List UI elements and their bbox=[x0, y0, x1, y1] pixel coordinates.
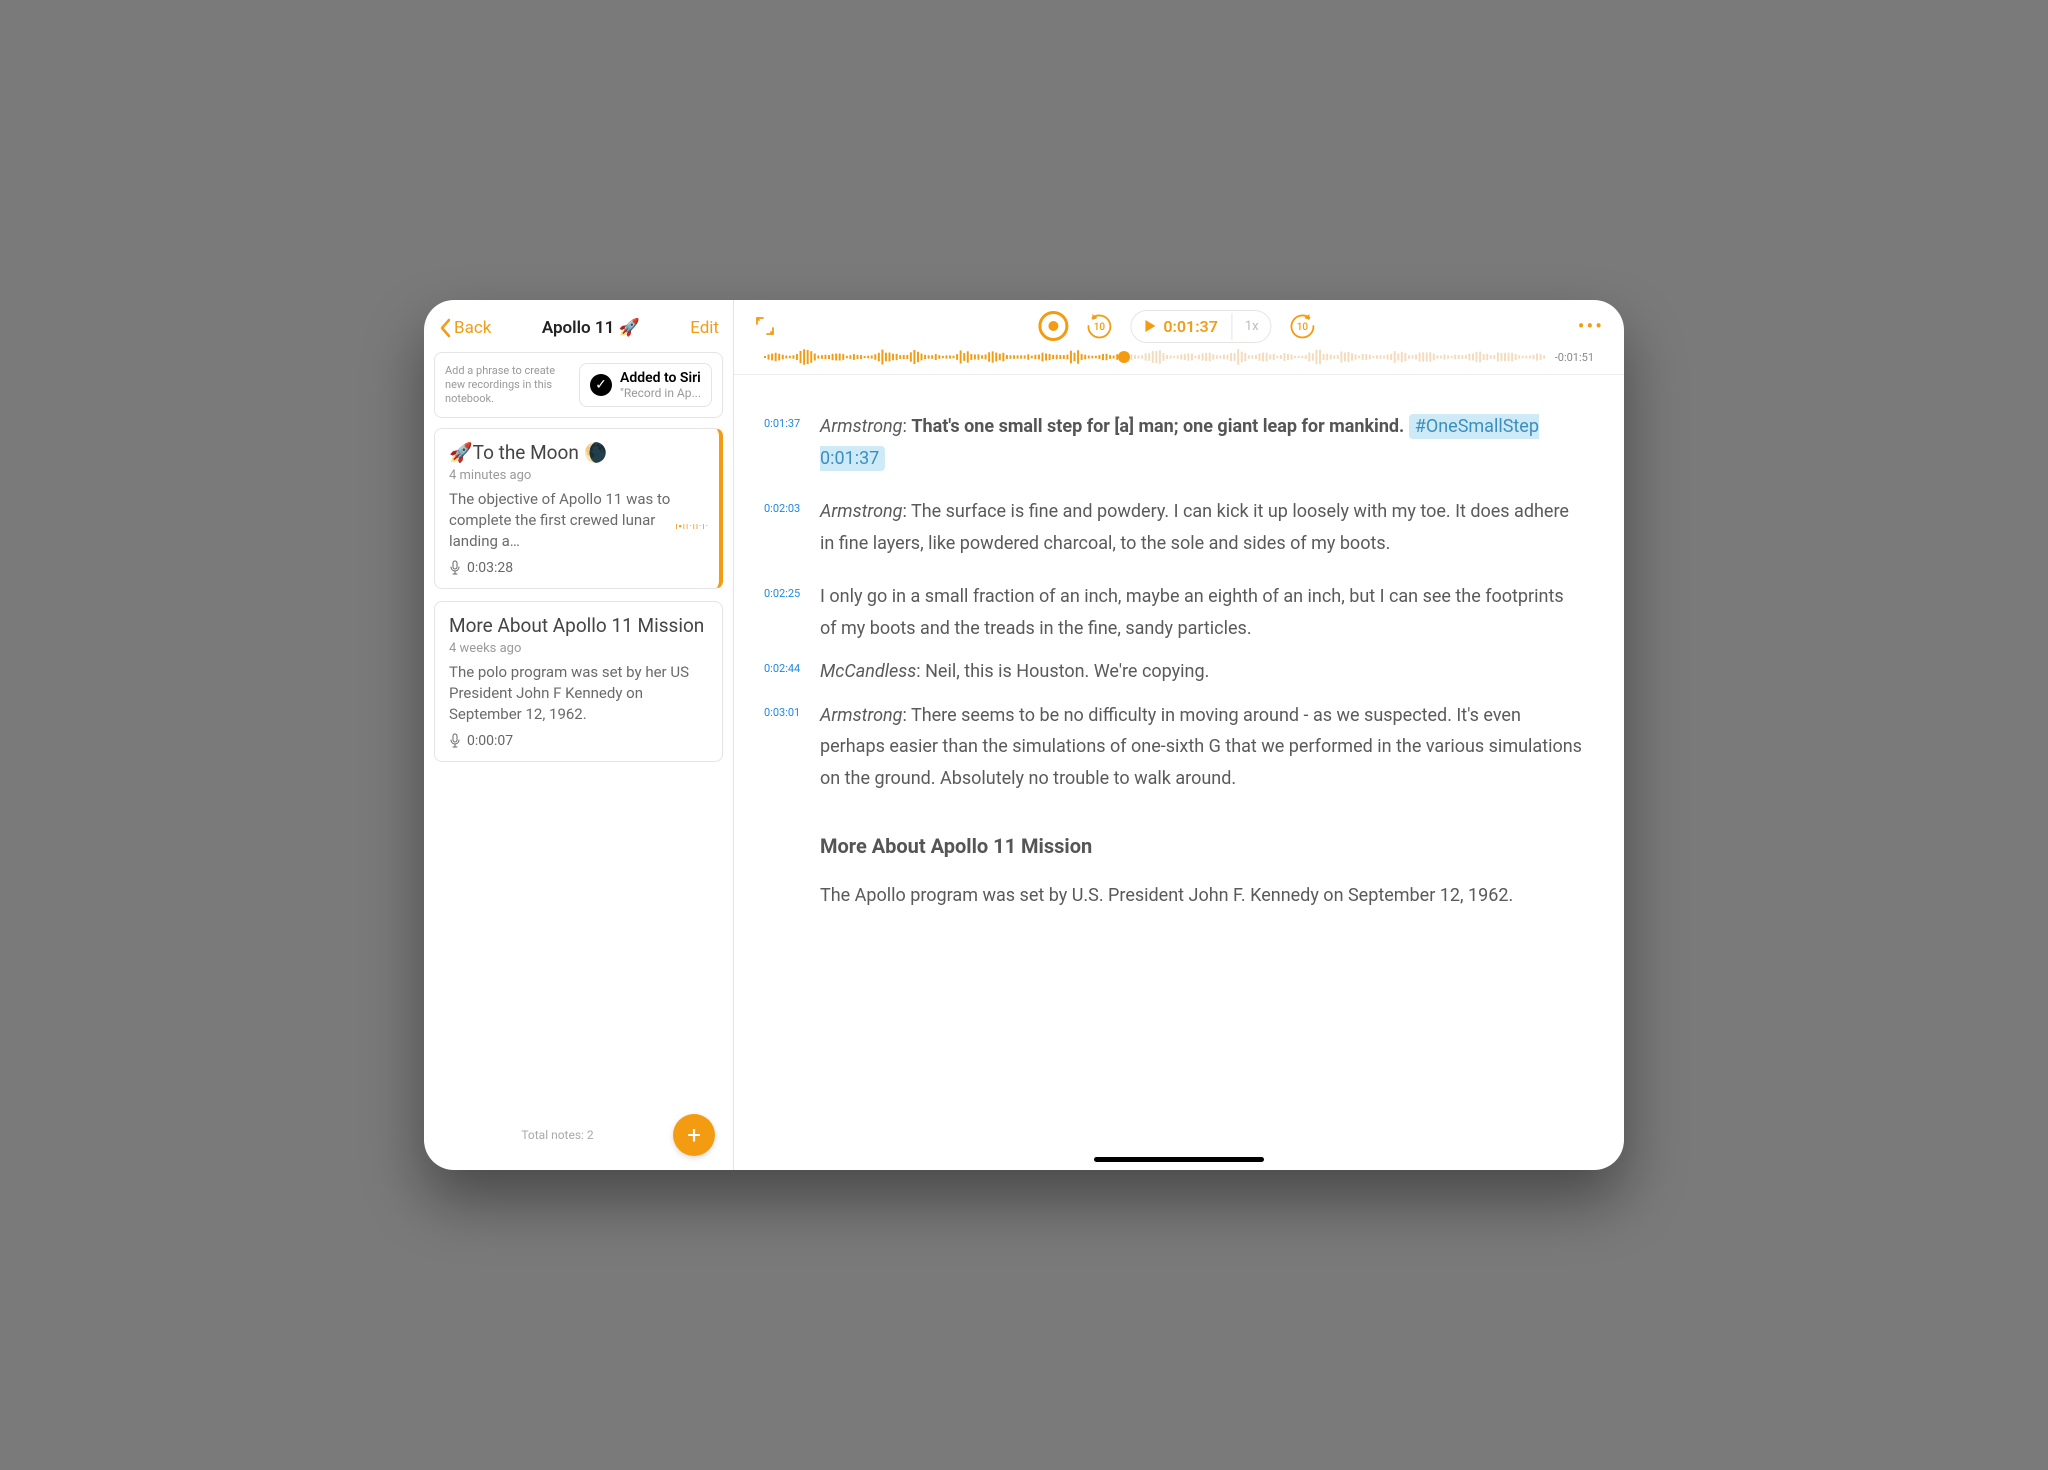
skip-back-button[interactable]: 10 bbox=[1082, 309, 1116, 343]
mic-icon bbox=[449, 733, 461, 749]
home-indicator bbox=[1094, 1157, 1264, 1162]
transcript[interactable]: 0:01:37 Armstrong: That's one small step … bbox=[734, 393, 1624, 1170]
skip-back-icon: 10 bbox=[1082, 309, 1116, 343]
speaker-label: Armstrong bbox=[820, 416, 903, 437]
edit-button[interactable]: Edit bbox=[690, 318, 719, 338]
add-note-button[interactable]: + bbox=[673, 1114, 715, 1156]
more-button[interactable]: ••• bbox=[1578, 314, 1604, 338]
note-preview: The polo program was set by her US Presi… bbox=[449, 662, 708, 725]
timestamp[interactable]: 0:01:37 bbox=[764, 411, 806, 474]
timestamp[interactable]: 0:02:44 bbox=[764, 656, 806, 688]
svg-text:10: 10 bbox=[1094, 322, 1106, 333]
play-time: 0:01:37 bbox=[1163, 317, 1217, 336]
scrubber-handle[interactable] bbox=[1118, 351, 1130, 363]
waveform-icon bbox=[764, 346, 1547, 368]
added-to-siri-button[interactable]: ✓ Added to Siri "Record in Ap... bbox=[579, 363, 712, 407]
skip-forward-button[interactable]: 10 bbox=[1286, 309, 1320, 343]
transcript-entry[interactable]: 0:01:37 Armstrong: That's one small step … bbox=[764, 411, 1584, 474]
note-title: More About Apollo 11 Mission bbox=[449, 614, 708, 637]
siri-card[interactable]: Add a phrase to create new recordings in… bbox=[434, 352, 723, 418]
app-window: Back Apollo 11 🚀 Edit Add a phrase to cr… bbox=[424, 300, 1624, 1170]
timestamp[interactable]: 0:02:25 bbox=[764, 581, 806, 644]
entry-text: McCandless: Neil, this is Houston. We're… bbox=[820, 656, 1209, 688]
back-label: Back bbox=[454, 318, 491, 338]
note-time: 4 weeks ago bbox=[449, 641, 708, 656]
transcript-entry[interactable]: 0:02:03 Armstrong: The surface is fine an… bbox=[764, 496, 1584, 559]
main-pane: 10 0:01:37 1x 10 bbox=[734, 300, 1624, 1170]
play-pill: 0:01:37 1x bbox=[1130, 310, 1271, 343]
siri-hint: Add a phrase to create new recordings in… bbox=[445, 364, 569, 407]
play-button[interactable]: 0:01:37 bbox=[1131, 311, 1231, 342]
mini-waveform-icon: ı▪ıı·ıı·ı· bbox=[675, 521, 709, 532]
mic-icon bbox=[449, 560, 461, 576]
entry-text: Armstrong: There seems to be no difficul… bbox=[820, 700, 1584, 795]
note-duration: 0:03:28 bbox=[449, 560, 705, 576]
entry-text: Armstrong: That's one small step for [a]… bbox=[820, 411, 1584, 474]
entry-text: Armstrong: The surface is fine and powde… bbox=[820, 496, 1584, 559]
record-button[interactable] bbox=[1038, 311, 1068, 341]
speaker-label: Armstrong bbox=[820, 501, 903, 522]
sidebar-header: Back Apollo 11 🚀 Edit bbox=[424, 300, 733, 352]
waveform-scrubber[interactable] bbox=[764, 346, 1547, 368]
toolbar: 10 0:01:37 1x 10 bbox=[734, 300, 1624, 346]
note-time: 4 minutes ago bbox=[449, 468, 705, 483]
entry-text: I only go in a small fraction of an inch… bbox=[820, 581, 1584, 644]
sidebar-footer: Total notes: 2 + bbox=[424, 1100, 733, 1170]
waveform-row: -0:01:51 bbox=[734, 346, 1624, 374]
player-controls: 10 0:01:37 1x 10 bbox=[1038, 309, 1319, 343]
transcript-entry[interactable]: 0:02:44 McCandless: Neil, this is Houston… bbox=[764, 656, 1584, 688]
siri-subtitle: "Record in Ap... bbox=[620, 386, 701, 400]
speed-button[interactable]: 1x bbox=[1232, 313, 1271, 340]
siri-title: Added to Siri bbox=[620, 370, 701, 386]
timestamp[interactable]: 0:02:03 bbox=[764, 496, 806, 559]
divider bbox=[734, 374, 1624, 375]
expand-button[interactable] bbox=[754, 315, 776, 337]
speaker-label: Armstrong bbox=[820, 705, 903, 726]
skip-forward-icon: 10 bbox=[1286, 309, 1320, 343]
chevron-left-icon bbox=[438, 318, 452, 338]
time-remaining: -0:01:51 bbox=[1555, 351, 1594, 364]
back-button[interactable]: Back bbox=[438, 318, 491, 338]
section-heading: More About Apollo 11 Mission bbox=[820, 834, 1584, 858]
notebook-title: Apollo 11 🚀 bbox=[491, 318, 690, 338]
note-card[interactable]: More About Apollo 11 Mission 4 weeks ago… bbox=[434, 601, 723, 762]
expand-icon bbox=[754, 315, 776, 337]
total-notes-label: Total notes: 2 bbox=[442, 1128, 673, 1142]
transcript-entry[interactable]: 0:03:01 Armstrong: There seems to be no d… bbox=[764, 700, 1584, 795]
section-paragraph: The Apollo program was set by U.S. Presi… bbox=[820, 880, 1584, 912]
note-title: 🚀To the Moon 🌘 bbox=[449, 441, 705, 464]
note-preview: The objective of Apollo 11 was to comple… bbox=[449, 489, 705, 552]
note-duration: 0:00:07 bbox=[449, 733, 708, 749]
sidebar: Back Apollo 11 🚀 Edit Add a phrase to cr… bbox=[424, 300, 734, 1170]
svg-text:10: 10 bbox=[1297, 322, 1309, 333]
transcript-entry[interactable]: 0:02:25 I only go in a small fraction of … bbox=[764, 581, 1584, 644]
speaker-label: McCandless bbox=[820, 661, 916, 682]
play-icon bbox=[1145, 320, 1155, 332]
check-icon: ✓ bbox=[590, 374, 612, 396]
note-list: 🚀To the Moon 🌘 4 minutes ago The objecti… bbox=[424, 418, 733, 1100]
note-card[interactable]: 🚀To the Moon 🌘 4 minutes ago The objecti… bbox=[434, 428, 723, 589]
timestamp[interactable]: 0:03:01 bbox=[764, 700, 806, 795]
